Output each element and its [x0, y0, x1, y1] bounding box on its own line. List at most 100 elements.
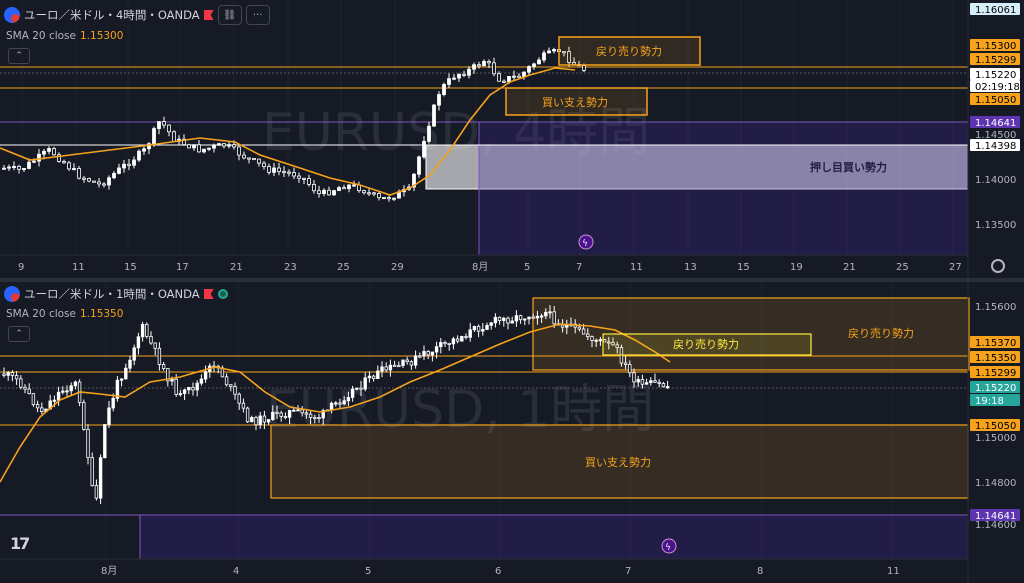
candle	[262, 162, 266, 167]
candle	[65, 390, 69, 393]
candle	[102, 183, 106, 186]
link-icon[interactable]: ⛓	[217, 5, 242, 25]
collapse-legend-button[interactable]: ⌃	[8, 326, 30, 342]
candle	[371, 375, 376, 379]
price-tag-1h: 1.15370	[975, 338, 1016, 349]
candle	[12, 165, 16, 168]
candle	[6, 372, 10, 376]
candle	[300, 409, 304, 414]
candle	[72, 168, 76, 171]
candle	[547, 50, 551, 54]
candle	[392, 364, 397, 367]
candle	[418, 355, 422, 358]
candle	[598, 339, 603, 342]
sell-box-1h-small-label: 戻り売り勢力	[673, 337, 739, 351]
candle	[489, 322, 493, 326]
purple-zone	[479, 122, 968, 255]
candle	[468, 329, 472, 338]
candle	[233, 386, 237, 395]
candle	[40, 407, 44, 412]
candle	[192, 144, 196, 149]
candle	[443, 342, 447, 345]
candle	[447, 342, 451, 345]
candle	[292, 409, 296, 412]
candle	[359, 387, 363, 390]
time-label-4h: 13	[684, 262, 697, 273]
symbol-title-1h[interactable]: ユーロ／米ドル・1時間・OANDA	[24, 286, 200, 302]
candle	[224, 376, 229, 386]
candle	[462, 73, 466, 76]
candle	[152, 128, 156, 145]
candle	[56, 391, 61, 401]
candle	[514, 315, 519, 322]
candle	[97, 181, 101, 185]
candle	[582, 65, 586, 71]
candle	[245, 407, 250, 423]
candle	[482, 61, 486, 67]
candle	[636, 379, 640, 383]
time-label-1h: 6	[495, 566, 501, 577]
collapse-legend-button[interactable]: ⌃	[8, 48, 30, 64]
candle	[157, 121, 161, 129]
price-tag-4h: 1.15220	[975, 70, 1016, 81]
chart-canvas-1h[interactable]: EURUSD, 1時間戻り売り勢力買い支え勢力戻り売り勢力ϟ1.156001.1…	[0, 282, 1024, 583]
price-tag-1h: 1.15350	[975, 353, 1016, 364]
tradingview-logo[interactable]: 17	[10, 534, 30, 553]
candle	[653, 380, 657, 383]
candle	[532, 63, 536, 67]
price-tag-4h: 1.14000	[975, 175, 1016, 186]
chart-pane-4h[interactable]: EURUSD, 4時間押し目買い勢力戻り売り勢力買い支え勢力ϟ1.160611.…	[0, 0, 1024, 278]
candle	[308, 413, 313, 418]
flag-icon[interactable]	[203, 10, 214, 20]
candle	[507, 76, 511, 83]
sma-legend-4h[interactable]: SMA 20 close 1.15300	[6, 30, 123, 42]
candle	[434, 346, 439, 353]
candle	[422, 351, 426, 357]
chart-canvas-4h[interactable]: EURUSD, 4時間押し目買い勢力戻り売り勢力買い支え勢力ϟ1.160611.…	[0, 0, 1024, 278]
gear-icon[interactable]	[991, 259, 1005, 273]
price-tag-4h: 1.14398	[975, 141, 1016, 152]
candle	[338, 402, 342, 405]
candle	[258, 415, 262, 426]
price-tag-1h: 1.14800	[975, 478, 1016, 489]
candle	[388, 364, 393, 371]
candle	[42, 150, 46, 155]
candle	[352, 184, 356, 187]
candle	[382, 197, 386, 200]
price-tag-1h: 19:18	[975, 396, 1004, 407]
candle	[531, 316, 535, 319]
candle	[537, 59, 541, 65]
candle	[2, 167, 6, 170]
candle	[19, 378, 23, 388]
candle	[476, 326, 481, 332]
candle	[477, 64, 481, 67]
candle	[197, 144, 201, 153]
candle	[172, 131, 176, 142]
candle	[527, 66, 531, 73]
candle	[107, 177, 111, 186]
candle	[481, 329, 485, 332]
candle	[539, 315, 544, 318]
candle	[510, 320, 514, 324]
candle	[457, 73, 461, 79]
candle	[69, 385, 73, 392]
candle	[191, 386, 195, 391]
candle	[649, 380, 653, 384]
more-icon[interactable]: ···	[245, 5, 270, 25]
candle	[594, 339, 598, 342]
candle	[212, 144, 216, 149]
candle	[267, 166, 271, 173]
sma-legend-1h[interactable]: SMA 20 close 1.15350	[6, 308, 123, 320]
candle	[149, 335, 153, 344]
price-tag-4h: 1.15050	[975, 95, 1016, 106]
candle	[61, 390, 65, 393]
candle	[665, 386, 670, 389]
flag-icon[interactable]	[203, 289, 214, 299]
candle	[47, 148, 51, 152]
candle	[464, 335, 468, 338]
candle	[442, 84, 446, 95]
candle	[387, 197, 391, 200]
chart-pane-1h[interactable]: EURUSD, 1時間 戻り売り勢力 買い支え勢力 戻り売り勢力 ϟ 1.15600 1.1…	[0, 282, 1024, 583]
candle	[17, 165, 21, 170]
symbol-title-4h[interactable]: ユーロ／米ドル・4時間・OANDA	[24, 7, 200, 23]
